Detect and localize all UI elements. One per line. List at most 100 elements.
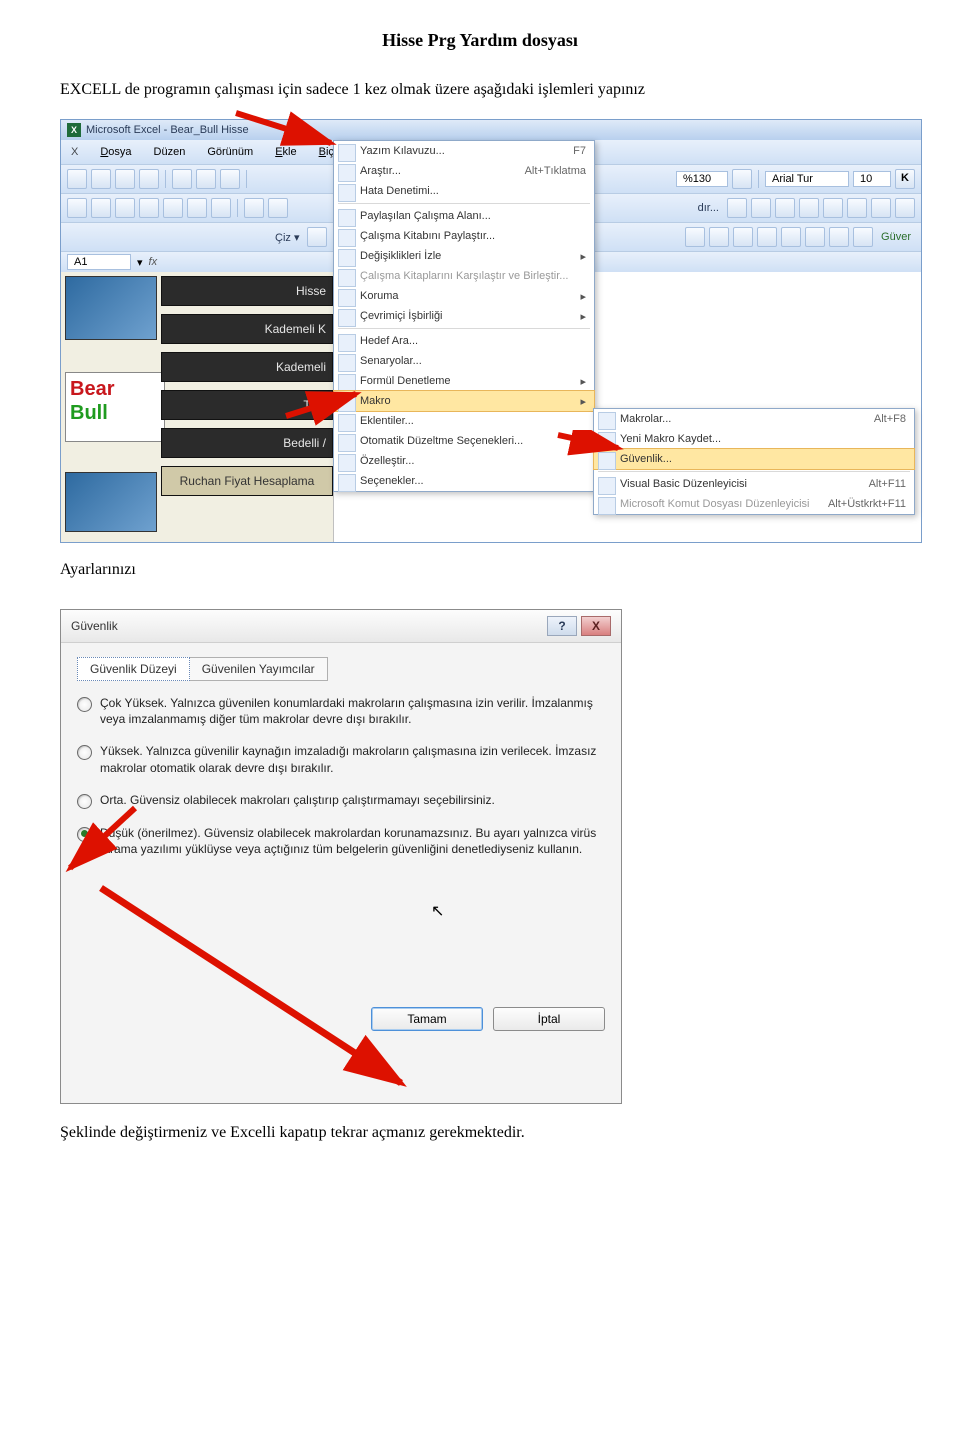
toolbar-btn[interactable] (781, 227, 801, 247)
dark-cell[interactable]: Bedelli / (161, 428, 333, 458)
font-name[interactable]: Arial Tur (765, 171, 849, 187)
cell-reference[interactable]: A1 (67, 254, 131, 270)
toolbar-btn[interactable] (732, 169, 752, 189)
toolbar-btn[interactable] (196, 169, 216, 189)
menu-item[interactable]: Hedef Ara... (334, 331, 594, 351)
radio-orta[interactable]: Orta. Güvensiz olabilecek makroları çalı… (77, 792, 605, 809)
menu-ekle[interactable]: Ekle (271, 144, 300, 160)
dialog-close-button[interactable]: X (581, 616, 611, 636)
toolbar-btn[interactable] (895, 198, 915, 218)
font-size[interactable]: 10 (853, 171, 891, 187)
guver-label[interactable]: Güver (877, 231, 915, 243)
toolbar-btn[interactable] (751, 198, 771, 218)
menu-item[interactable]: Özelleştir... (334, 451, 594, 471)
toolbar-btn[interactable] (163, 198, 183, 218)
toolbar-btn[interactable] (733, 227, 753, 247)
toolbar-btn[interactable] (220, 169, 240, 189)
ok-button[interactable]: Tamam (371, 1007, 483, 1031)
toolbar-btn[interactable] (853, 227, 873, 247)
menu-item[interactable]: Yazım Kılavuzu...F7 (334, 141, 594, 161)
toolbar-btn[interactable] (115, 198, 135, 218)
bold-button[interactable]: K (895, 169, 915, 189)
menu-item[interactable]: Formül Denetleme (334, 371, 594, 391)
radio-icon[interactable] (77, 697, 92, 712)
menu-item[interactable]: Araştır...Alt+Tıklatma (334, 161, 594, 181)
submenu-item[interactable]: Microsoft Komut Dosyası DüzenleyicisiAlt… (594, 494, 914, 514)
submenu-item[interactable]: Makrolar...Alt+F8 (594, 409, 914, 429)
toolbar-btn[interactable] (823, 198, 843, 218)
submenu-item[interactable]: Yeni Makro Kaydet... (594, 429, 914, 449)
toolbar-btn[interactable] (67, 169, 87, 189)
toolbar-btn[interactable] (829, 227, 849, 247)
tab-guvenilen-yayimcilar[interactable]: Güvenilen Yayımcılar (189, 657, 328, 681)
submenu-item[interactable]: Visual Basic DüzenleyicisiAlt+F11 (594, 474, 914, 494)
fx-label[interactable]: fx (149, 256, 158, 268)
toolbar-btn[interactable] (139, 169, 159, 189)
tab-guvenlik-duzeyi[interactable]: Güvenlik Düzeyi (77, 657, 190, 681)
menu-duzen[interactable]: Düzen (150, 144, 190, 160)
toolbar-btn[interactable] (172, 169, 192, 189)
excel-app-icon: X (67, 123, 81, 137)
menu-item[interactable]: Çalışma Kitabını Paylaştır... (334, 226, 594, 246)
toolbar-btn[interactable] (211, 198, 231, 218)
menu-item[interactable]: Çalışma Kitaplarını Karşılaştır ve Birle… (334, 266, 594, 286)
toolbar-btn[interactable] (871, 198, 891, 218)
toolbar-btn[interactable] (757, 227, 777, 247)
ciz-label[interactable]: Çiz ▾ (271, 231, 303, 244)
submenu-item[interactable]: Güvenlik... (593, 448, 915, 470)
ayarlariniz-text: Ayarlarınızı (60, 561, 900, 579)
menu-item[interactable]: Otomatik Düzeltme Seçenekleri... (334, 431, 594, 451)
highlight-cell[interactable]: Ruchan Fiyat Hesaplama (161, 466, 333, 496)
toolbar-btn[interactable] (775, 198, 795, 218)
dark-cell[interactable]: Tem (161, 390, 333, 420)
menu-item[interactable]: Hata Denetimi... (334, 181, 594, 201)
excel-screenshot: X Microsoft Excel - Bear_Bull Hisse X Do… (60, 119, 922, 543)
dialog-tabs: Güvenlik Düzeyi Güvenilen Yayımcılar (77, 657, 605, 681)
menu-item-icon (338, 434, 356, 452)
menu-item[interactable]: Senaryolar... (334, 351, 594, 371)
dark-cell[interactable]: Hisse (161, 276, 333, 306)
toolbar-btn[interactable] (805, 227, 825, 247)
menu-item[interactable]: Paylaşılan Çalışma Alanı... (334, 206, 594, 226)
toolbar-btn[interactable] (847, 198, 867, 218)
menu-item[interactable]: Makro (333, 390, 595, 412)
radio-cok-yuksek[interactable]: Çok Yüksek. Yalnızca güvenilen konumlard… (77, 695, 605, 727)
toolbar-btn[interactable] (307, 227, 327, 247)
menu-item-icon (338, 454, 356, 472)
toolbar-btn[interactable] (91, 169, 111, 189)
toolbar-btn[interactable] (139, 198, 159, 218)
menu-item-icon (338, 394, 356, 412)
dark-cell[interactable]: Kademeli K (161, 314, 333, 344)
toolbar-btn[interactable] (115, 169, 135, 189)
dialog-help-button[interactable]: ? (547, 616, 577, 636)
dropdown-icon[interactable]: ▾ (137, 256, 143, 269)
cancel-button[interactable]: İptal (493, 1007, 605, 1031)
menu-item[interactable]: Eklentiler... (334, 411, 594, 431)
menu-item-label: Hedef Ara... (360, 335, 418, 347)
toolbar-btn[interactable] (685, 227, 705, 247)
radio-dusuk[interactable]: Düşük (önerilmez). Güvensiz olabilecek m… (77, 825, 605, 857)
dark-cell[interactable]: Kademeli (161, 352, 333, 382)
menu-item[interactable]: Çevrimiçi İşbirliği (334, 306, 594, 326)
menu-gorunum[interactable]: Görünüm (203, 144, 257, 160)
menu-item[interactable]: Koruma (334, 286, 594, 306)
menu-item-icon (338, 474, 356, 492)
toolbar-btn[interactable] (91, 198, 111, 218)
menu-item[interactable]: Seçenekler... (334, 471, 594, 491)
menu-dosya[interactable]: Dosya (96, 144, 135, 160)
zoom-value[interactable]: %130 (676, 171, 728, 187)
toolbar-btn[interactable] (187, 198, 207, 218)
toolbar-btn[interactable] (67, 198, 87, 218)
radio-yuksek[interactable]: Yüksek. Yalnızca güvenilir kaynağın imza… (77, 743, 605, 775)
toolbar-btn[interactable] (244, 198, 264, 218)
radio-icon[interactable] (77, 794, 92, 809)
toolbar-btn[interactable] (709, 227, 729, 247)
radio-icon[interactable] (77, 745, 92, 760)
toolbar-btn[interactable] (727, 198, 747, 218)
menu-shortcut: Alt+F8 (874, 413, 906, 425)
radio-icon-checked[interactable] (77, 827, 92, 842)
toolbar-btn[interactable] (268, 198, 288, 218)
menu-item[interactable]: Değişiklikleri İzle (334, 246, 594, 266)
menu-shortcut: F7 (573, 145, 586, 157)
toolbar-btn[interactable] (799, 198, 819, 218)
